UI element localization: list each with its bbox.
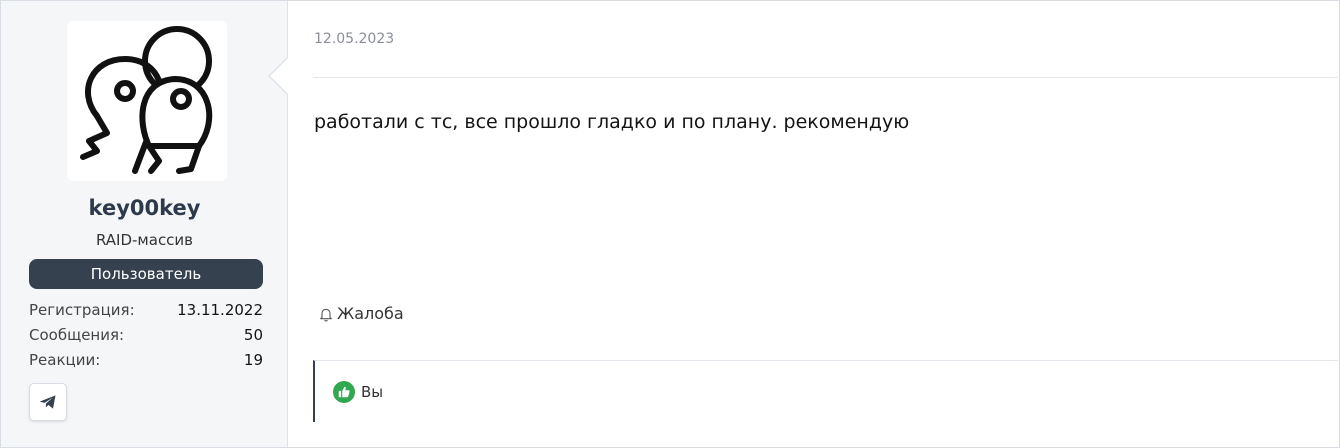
report-label: Жалоба (337, 304, 404, 323)
telegram-button[interactable] (29, 383, 67, 421)
stat-value[interactable]: 50 (244, 323, 263, 348)
header-divider (313, 77, 1340, 78)
keys-icon (80, 26, 213, 174)
stat-label: Реакции: (29, 351, 101, 369)
report-link[interactable]: Жалоба (318, 304, 404, 323)
thumbs-up-icon (333, 380, 355, 403)
username[interactable]: key00key (1, 196, 288, 220)
user-avatar[interactable] (67, 21, 227, 181)
user-title: RAID-массив (95, 231, 194, 249)
post-date[interactable]: 12.05.2023 (314, 31, 394, 47)
stat-reactions: Реакции: 19 (29, 348, 263, 373)
stat-label: Регистрация: (29, 301, 135, 319)
stat-value: 19 (243, 351, 263, 369)
user-arrow (268, 56, 289, 96)
post-main: 12.05.2023 работали с тс, все прошло гла… (288, 1, 1340, 447)
message-post: key00key RAID-массив Пользователь Регист… (0, 0, 1340, 448)
stat-label: Сообщения: (29, 326, 125, 344)
telegram-icon (39, 395, 56, 409)
user-sidebar: key00key RAID-массив Пользователь Регист… (1, 1, 289, 447)
reactions-text[interactable]: Вы (361, 383, 383, 401)
post-message: работали с тс, все прошло гладко и по пл… (314, 111, 910, 133)
stat-value: 13.11.2022 (177, 301, 263, 319)
stat-messages: Сообщения: 50 (29, 323, 263, 348)
bell-icon (320, 308, 332, 322)
stat-registration: Регистрация: 13.11.2022 (29, 298, 263, 323)
user-stats: Регистрация: 13.11.2022 Сообщения: 50 Ре… (29, 298, 263, 373)
reactions-bar[interactable]: Вы (313, 360, 1340, 422)
user-banner: Пользователь (29, 259, 263, 289)
